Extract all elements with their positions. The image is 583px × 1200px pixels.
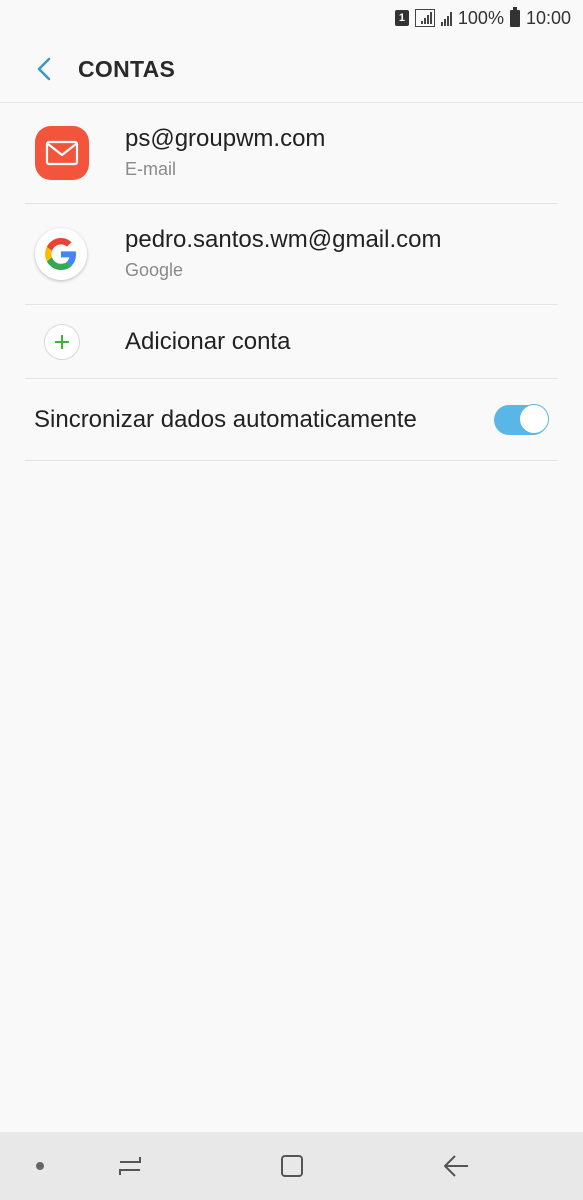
signal-sim1-icon: [414, 9, 435, 27]
account-row-email[interactable]: ps@groupwm.com E-mail: [25, 103, 558, 204]
nav-back-button[interactable]: [416, 1132, 496, 1200]
chevron-left-icon: [37, 57, 51, 81]
clock: 10:00: [525, 7, 571, 28]
auto-sync-toggle[interactable]: [494, 403, 549, 435]
auto-sync-row[interactable]: Sincronizar dados automaticamente: [25, 379, 558, 461]
account-row-google[interactable]: pedro.santos.wm@gmail.com Google: [25, 204, 558, 305]
page-title: CONTAS: [78, 55, 176, 82]
email-app-icon: [35, 126, 89, 180]
account-address: pedro.santos.wm@gmail.com: [125, 226, 442, 253]
dot-icon: [36, 1162, 44, 1170]
home-button[interactable]: [252, 1132, 332, 1200]
recent-apps-button[interactable]: [90, 1132, 170, 1200]
battery-icon: [509, 6, 520, 27]
auto-sync-label: Sincronizar dados automaticamente: [34, 405, 417, 433]
accounts-screen: 1 100% 10:00 CONTAS ps@groupwm.com E-mai…: [0, 0, 583, 1200]
recent-apps-icon: [119, 1157, 141, 1175]
add-account-label: Adicionar conta: [125, 327, 291, 355]
plus-icon: [44, 323, 80, 360]
home-icon: [281, 1155, 303, 1177]
signal-sim2-icon: [440, 10, 452, 26]
account-address: ps@groupwm.com: [125, 125, 326, 152]
account-type: Google: [125, 260, 184, 280]
sim-icon: 1: [394, 10, 409, 26]
add-account-button[interactable]: Adicionar conta: [25, 305, 558, 379]
battery-percentage: 100%: [457, 7, 504, 28]
google-icon: [35, 228, 87, 280]
back-button[interactable]: [14, 39, 74, 99]
navigation-bar: [0, 1132, 583, 1200]
nav-dot-button[interactable]: [0, 1132, 80, 1200]
accounts-list: ps@groupwm.com E-mail pedro.santos.wm@gm…: [25, 103, 558, 461]
account-type: E-mail: [125, 159, 177, 179]
status-bar: 1 100% 10:00: [0, 0, 583, 36]
back-arrow-icon: [444, 1155, 468, 1177]
app-header: CONTAS: [0, 36, 583, 103]
toggle-knob: [519, 403, 549, 434]
